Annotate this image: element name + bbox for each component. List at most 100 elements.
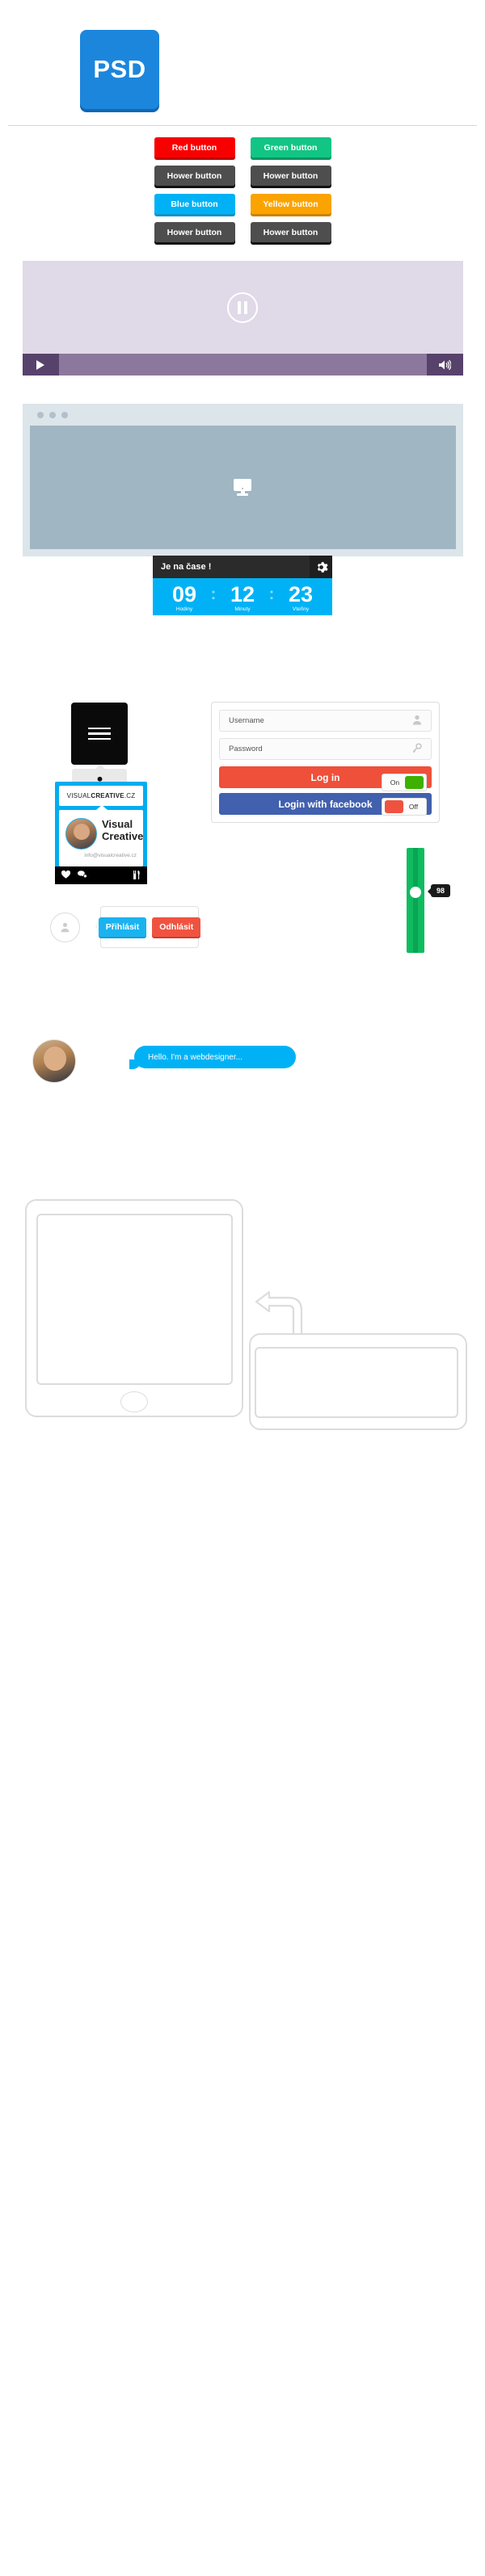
devices-section: [0, 1147, 485, 1430]
username-input[interactable]: [229, 716, 390, 725]
odhlasit-button[interactable]: Odhlásit: [152, 917, 201, 937]
hamburger-icon: [88, 724, 111, 744]
video-screen[interactable]: [22, 261, 463, 354]
buttons-section: Red button Green button Hower button How…: [0, 137, 485, 250]
hover-button-1[interactable]: Hower button: [154, 166, 235, 186]
vcard-logo-suffix: .CZ: [124, 792, 136, 799]
avatar: [65, 818, 97, 850]
slider-knob[interactable]: [410, 887, 421, 898]
countdown-widget: Je na čase ! 09 Hodiny : 12 Minuty : 23 …: [153, 556, 332, 615]
countdown-title: Je na čase !: [161, 562, 212, 572]
chat-message: Hello. I'm a webdesigner...: [148, 1052, 242, 1062]
hover-button-2[interactable]: Hower button: [250, 166, 331, 186]
video-player: [22, 261, 463, 375]
tablet-portrait: [25, 1199, 243, 1417]
button-row: Hower button Hower button: [0, 222, 485, 242]
video-player-section: [0, 261, 485, 375]
browser-dot-close[interactable]: [36, 411, 44, 418]
hover-button-4[interactable]: Hower button: [250, 222, 331, 242]
vcard-footer-actions: [61, 870, 87, 880]
toggle-off-knob[interactable]: [385, 800, 404, 813]
yellow-button[interactable]: Yellow button: [250, 194, 331, 214]
red-button[interactable]: Red button: [154, 137, 235, 157]
vcard-name-line2: Creative: [102, 830, 144, 842]
password-field[interactable]: [219, 738, 432, 760]
psd-badge-label: PSD: [93, 55, 146, 83]
green-button[interactable]: Green button: [250, 137, 331, 157]
vcard-row: Visual Creative: [65, 818, 143, 850]
password-input[interactable]: [229, 745, 390, 753]
countdown-seconds-value: 23: [288, 582, 314, 606]
toggle-on-label: On: [390, 778, 400, 787]
button-row: Hower button Hower button: [0, 166, 485, 186]
toggle-off-label: Off: [408, 803, 419, 811]
vcard-logo: VISUAL CREATIVE .CZ: [59, 786, 143, 806]
toggle-on[interactable]: On: [382, 774, 427, 791]
countdown-separator-2: :: [268, 585, 275, 603]
vcard-name-block: Visual Creative: [102, 818, 143, 842]
button-row: Red button Green button: [0, 137, 485, 157]
comment-icon[interactable]: [78, 871, 87, 880]
countdown-settings-button[interactable]: [310, 556, 332, 578]
browser-window: [22, 404, 463, 556]
prompt-avatar: [50, 913, 80, 942]
browser-dot-maximize[interactable]: [61, 411, 68, 418]
user-icon: [61, 922, 70, 933]
browser-titlebar: [30, 404, 456, 426]
tablet-portrait-screen: [36, 1214, 233, 1385]
key-icon: [411, 742, 422, 756]
pause-bar-right: [244, 300, 247, 314]
countdown-body: 09 Hodiny : 12 Minuty : 23 Vteřiny: [153, 578, 332, 615]
pause-bar-left: [238, 300, 241, 314]
vcard: VISUAL CREATIVE .CZ Visual Creative info@v…: [55, 782, 147, 871]
section-divider: [8, 125, 477, 126]
vcard-logo-bold: CREATIVE: [91, 792, 124, 799]
monitor-base: [237, 493, 248, 496]
avatar: [32, 1039, 76, 1083]
browser-dot-minimize[interactable]: [48, 411, 56, 418]
tools-icon[interactable]: [133, 870, 141, 881]
countdown-section: Je na čase ! 09 Hodiny : 12 Minuty : 23 …: [0, 556, 485, 615]
username-field[interactable]: [219, 710, 432, 732]
toggle-off[interactable]: Off: [382, 798, 427, 816]
monitor-icon: [234, 479, 251, 496]
vcard-logo-prefix: VISUAL: [66, 792, 91, 799]
video-control-bar: [22, 354, 463, 375]
auth-prompt-box: Přihlásit Odhlásit: [95, 906, 201, 948]
countdown-seconds: 23 Vteřiny: [278, 583, 323, 612]
menu-toggle-button[interactable]: [71, 703, 128, 765]
slider-value-tooltip: 98: [427, 884, 451, 897]
gear-icon: [317, 561, 328, 573]
tablet-home-button[interactable]: [120, 1391, 148, 1412]
countdown-hours-value: 09: [171, 582, 197, 606]
volume-button[interactable]: [426, 354, 463, 375]
heart-icon[interactable]: [61, 870, 71, 880]
tablet-landscape-screen: [255, 1347, 458, 1418]
psd-badge-section: PSD: [0, 0, 485, 121]
countdown-minutes-label: Minuty: [234, 606, 251, 612]
countdown-seconds-label: Vteřiny: [292, 606, 310, 612]
countdown-minutes-value: 12: [230, 582, 255, 606]
psd-badge: PSD: [80, 30, 159, 109]
volume-icon: [439, 359, 451, 370]
user-icon: [412, 715, 422, 728]
pause-icon[interactable]: [227, 292, 258, 323]
prihlasit-button[interactable]: Přihlásit: [98, 917, 147, 937]
countdown-hours: 09 Hodiny: [162, 583, 207, 612]
vcard-body: Visual Creative info@visualcreative.cz: [59, 805, 143, 866]
vcard-email: info@visualcreative.cz: [84, 853, 137, 858]
vcard-name-line1: Visual: [102, 818, 133, 830]
browser-mockup-section: [0, 404, 485, 556]
play-button[interactable]: [22, 354, 59, 375]
chat-bubble: Hello. I'm a webdesigner...: [129, 1046, 296, 1069]
hover-button-3[interactable]: Hower button: [154, 222, 235, 242]
slider-track: [413, 848, 418, 953]
tablet-landscape: [249, 1333, 467, 1430]
blue-button[interactable]: Blue button: [154, 194, 235, 214]
vertical-slider[interactable]: 98: [407, 848, 451, 953]
vcard-footer: [55, 866, 147, 884]
play-icon: [36, 359, 44, 370]
toggle-on-knob[interactable]: [404, 776, 424, 789]
countdown-header: Je na čase !: [153, 556, 332, 578]
countdown-minutes: 12 Minuty: [220, 583, 265, 612]
